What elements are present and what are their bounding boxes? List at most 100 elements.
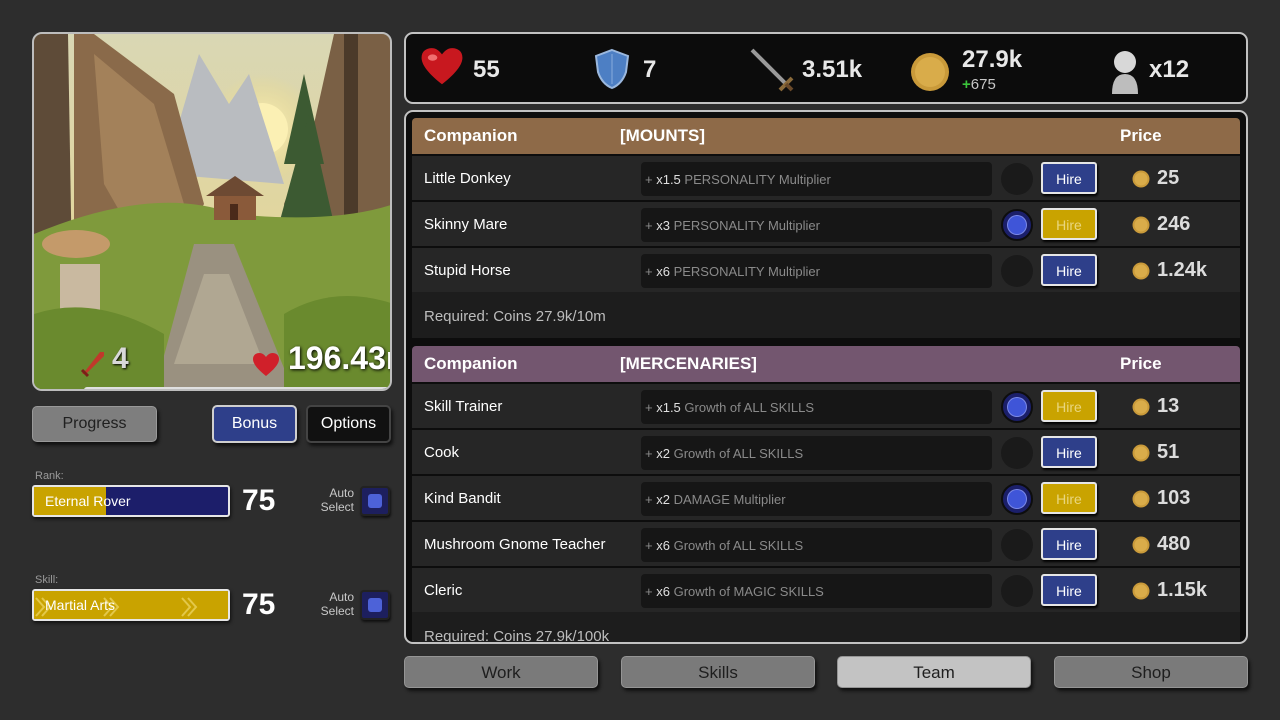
companion-list[interactable]: Companion [MOUNTS] Price Little Donkey + … <box>412 118 1240 642</box>
companion-select-radio[interactable] <box>1001 163 1033 195</box>
bonus-button[interactable]: Bonus <box>212 405 297 443</box>
coin-icon <box>1132 398 1150 421</box>
mounts-requirement: Required: Coins 27.9k/10m <box>412 292 1240 338</box>
companion-price: 246 <box>1157 213 1191 235</box>
companion-name: Cook <box>424 444 460 461</box>
companion-select-radio[interactable] <box>1001 575 1033 607</box>
tab-shop[interactable]: Shop <box>1054 656 1248 688</box>
progress-button[interactable]: Progress <box>32 406 157 442</box>
companion-row: Little Donkey + x1.5 PERSONALITY Multipli… <box>412 156 1240 200</box>
rank-value: 75 <box>242 484 276 517</box>
hearts-value: 55 <box>473 56 500 83</box>
companion-price: 480 <box>1157 533 1191 555</box>
companion-select-radio[interactable] <box>1001 209 1033 241</box>
skill-name: Martial Arts <box>45 597 116 613</box>
companion-name: Cleric <box>424 582 463 599</box>
companion-effect: + x3 PERSONALITY Multiplier <box>641 208 992 242</box>
skill-auto-select-checkbox[interactable] <box>360 590 390 620</box>
scene-panel: 4 196.43m <box>32 32 392 391</box>
hire-button[interactable]: Hire <box>1041 482 1097 514</box>
companion-row: Skinny Mare + x3 PERSONALITY Multiplier Hi… <box>412 202 1240 246</box>
bust-value: x12 <box>1149 56 1190 83</box>
companion-effect: + x6 Growth of ALL SKILLS <box>641 528 992 562</box>
hire-button[interactable]: Hire <box>1041 390 1097 422</box>
companion-price: 1.15k <box>1157 579 1208 601</box>
companion-row: Stupid Horse + x6 PERSONALITY Multiplier H… <box>412 248 1240 292</box>
coin-icon <box>1132 536 1150 559</box>
sword-icon <box>746 46 796 101</box>
companion-row: Mushroom Gnome Teacher + x6 Growth of ALL… <box>412 522 1240 566</box>
skill-value: 75 <box>242 588 276 621</box>
companion-price: 1.24k <box>1157 259 1208 281</box>
mercenaries-header-title: [MERCENARIES] <box>620 354 757 373</box>
companion-price: 25 <box>1157 167 1180 189</box>
rank-name: Eternal Rover <box>45 493 131 509</box>
tab-skills[interactable]: Skills <box>621 656 815 688</box>
rank-selector[interactable]: Eternal Rover <box>32 485 230 517</box>
coin-icon <box>1132 444 1150 467</box>
companion-price: 103 <box>1157 487 1191 509</box>
skill-selector[interactable]: Martial Arts <box>32 589 230 621</box>
skill-label: Skill: <box>35 574 59 586</box>
health-value: 196.43m <box>288 340 390 376</box>
mounts-header-title: [MOUNTS] <box>620 126 705 145</box>
hire-button[interactable]: Hire <box>1041 254 1097 286</box>
stats-bar: 55 7 3.51k 27.9k +675 x12 <box>404 32 1248 104</box>
companion-effect: + x2 DAMAGE Multiplier <box>641 482 992 516</box>
companion-select-radio[interactable] <box>1001 483 1033 515</box>
hire-button[interactable]: Hire <box>1041 574 1097 606</box>
coin-icon <box>1132 216 1150 239</box>
companion-name: Little Donkey <box>424 170 511 187</box>
companion-select-radio[interactable] <box>1001 255 1033 287</box>
heart-icon <box>420 46 464 93</box>
forest-path-illustration <box>34 34 390 389</box>
hire-button[interactable]: Hire <box>1041 528 1097 560</box>
hire-button[interactable]: Hire <box>1041 436 1097 468</box>
attack-value: 3.51k <box>802 56 863 83</box>
mounts-header-companion: Companion <box>424 126 518 145</box>
tab-team[interactable]: Team <box>837 656 1031 688</box>
mercenaries-requirement: Required: Coins 27.9k/100k <box>412 612 1240 642</box>
coins-delta: +675 <box>962 76 996 93</box>
companion-effect: + x1.5 PERSONALITY Multiplier <box>641 162 992 196</box>
companion-row: Cleric + x6 Growth of MAGIC SKILLS Hire 1.1… <box>412 568 1240 612</box>
mercenaries-header-price: Price <box>1120 354 1162 373</box>
coin-icon <box>1132 170 1150 193</box>
hire-button[interactable]: Hire <box>1041 162 1097 194</box>
hire-button[interactable]: Hire <box>1041 208 1097 240</box>
companion-name: Skinny Mare <box>424 216 508 233</box>
rank-label: Rank: <box>35 470 64 482</box>
rank-auto-select-checkbox[interactable] <box>360 486 390 516</box>
coins-value: 27.9k <box>962 46 1023 73</box>
companion-row: Cook + x2 Growth of ALL SKILLS Hire 51 <box>412 430 1240 474</box>
companion-effect: + x1.5 Growth of ALL SKILLS <box>641 390 992 424</box>
companion-effect: + x6 Growth of MAGIC SKILLS <box>641 574 992 608</box>
mounts-header: Companion [MOUNTS] Price <box>412 118 1240 154</box>
companion-panel[interactable]: Companion [MOUNTS] Price Little Donkey + … <box>404 110 1248 644</box>
companion-row: Skill Trainer + x1.5 Growth of ALL SKILLS… <box>412 384 1240 428</box>
tab-work[interactable]: Work <box>404 656 598 688</box>
bust-icon <box>1108 48 1142 99</box>
mercenaries-header-companion: Companion <box>424 354 518 373</box>
companion-price: 13 <box>1157 395 1180 417</box>
companion-effect: + x2 Growth of ALL SKILLS <box>641 436 992 470</box>
companion-select-radio[interactable] <box>1001 529 1033 561</box>
companion-name: Mushroom Gnome Teacher <box>424 536 606 553</box>
companion-name: Kind Bandit <box>424 490 501 507</box>
companion-name: Stupid Horse <box>424 262 511 279</box>
mounts-header-price: Price <box>1120 126 1162 145</box>
shield-icon <box>594 48 630 95</box>
skill-auto-select-label: Auto Select <box>320 590 354 618</box>
coin-icon <box>910 52 950 97</box>
companion-select-radio[interactable] <box>1001 391 1033 423</box>
options-button[interactable]: Options <box>306 405 391 443</box>
companion-effect: + x6 PERSONALITY Multiplier <box>641 254 992 288</box>
health-bar <box>84 387 390 389</box>
shield-value: 7 <box>643 56 657 83</box>
companion-name: Skill Trainer <box>424 398 503 415</box>
coin-icon <box>1132 490 1150 513</box>
coin-icon <box>1132 262 1150 285</box>
companion-price: 51 <box>1157 441 1180 463</box>
companion-row: Kind Bandit + x2 DAMAGE Multiplier Hire 103 <box>412 476 1240 520</box>
companion-select-radio[interactable] <box>1001 437 1033 469</box>
